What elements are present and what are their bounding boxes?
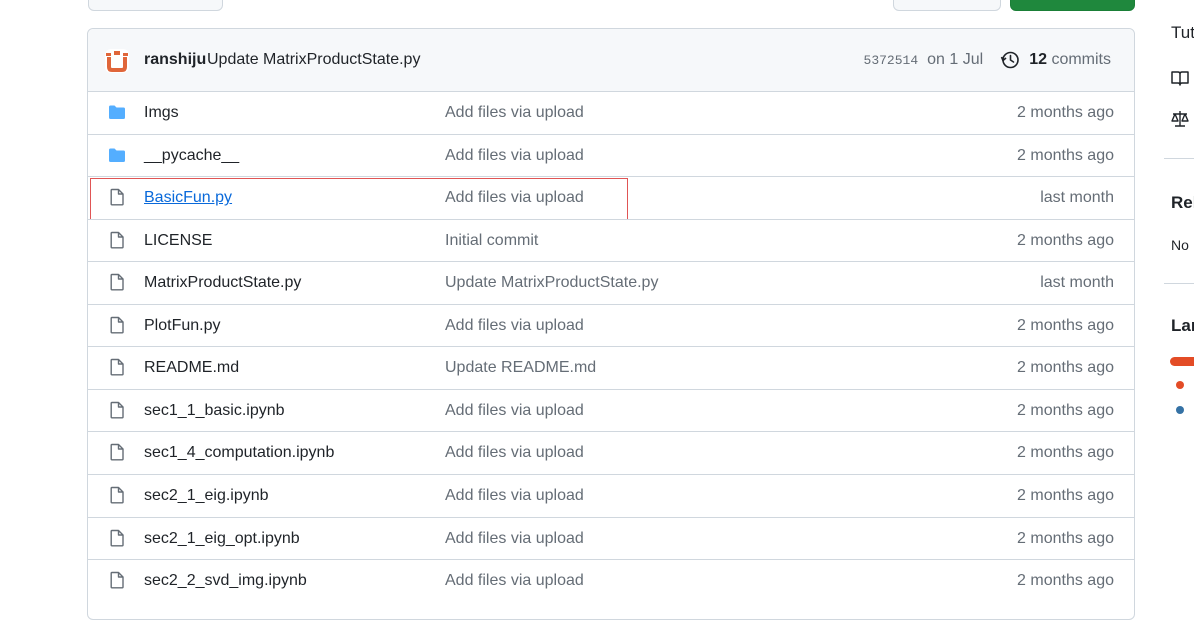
file-icon: [110, 359, 124, 376]
file-commit-age: 2 months ago: [1017, 146, 1114, 164]
file-icon: [110, 401, 124, 419]
file-commit-age: 2 months ago: [1017, 231, 1114, 249]
file-name-link[interactable]: sec2_2_svd_img.ipynb: [144, 572, 307, 590]
commit-sha[interactable]: 5372514: [864, 53, 919, 68]
folder-icon: [109, 148, 125, 162]
file-icon: [110, 529, 124, 546]
commit-message[interactable]: Update MatrixProductState.py: [207, 51, 420, 69]
sidebar-divider: [1164, 283, 1194, 284]
file-commit-age: last month: [1040, 189, 1114, 207]
file-row[interactable]: PlotFun.py Add files via upload 2 months a…: [88, 303, 1134, 347]
file-icon: [110, 486, 124, 504]
law-icon[interactable]: [1170, 109, 1190, 129]
file-row[interactable]: __pycache__ Add files via upload 2 months …: [88, 133, 1134, 177]
language-dot-primary: [1176, 381, 1184, 389]
history-icon[interactable]: [1000, 50, 1020, 70]
file-commit-age: last month: [1040, 274, 1114, 292]
file-name-link[interactable]: sec1_1_basic.ipynb: [144, 402, 285, 420]
file-icon: [110, 316, 124, 334]
commit-author[interactable]: ranshiju: [144, 51, 206, 69]
file-commit-message[interactable]: Update README.md: [445, 359, 596, 377]
file-commit-message[interactable]: Add files via upload: [445, 104, 584, 122]
commit-meta: 5372514 on 1 Jul 12 commits: [864, 49, 1111, 71]
file-name-link[interactable]: sec2_1_eig_opt.ipynb: [144, 530, 300, 548]
releases-heading[interactable]: Rel: [1171, 193, 1194, 213]
file-browser: ranshiju Update MatrixProductState.py 53…: [87, 28, 1135, 620]
sidebar-divider: [1164, 158, 1194, 159]
language-dot-secondary: [1176, 406, 1184, 414]
file-commit-message[interactable]: Add files via upload: [445, 572, 584, 590]
file-icon: [110, 444, 124, 461]
commits-link[interactable]: 12 commits: [1029, 51, 1111, 69]
file-row[interactable]: sec1_1_basic.ipynb Add files via upload 2 …: [88, 388, 1134, 432]
commits-label: commits: [1051, 51, 1111, 68]
file-commit-message[interactable]: Add files via upload: [445, 444, 584, 462]
file-name-link[interactable]: Imgs: [144, 104, 179, 122]
file-row[interactable]: sec2_1_eig_opt.ipynb Add files via upload…: [88, 516, 1134, 560]
file-row[interactable]: BasicFun.py Add files via upload last mont…: [88, 176, 1134, 221]
file-name-link[interactable]: LICENSE: [144, 232, 212, 250]
file-commit-message[interactable]: Add files via upload: [445, 317, 584, 335]
file-commit-age: 2 months ago: [1017, 401, 1114, 419]
file-name-link[interactable]: __pycache__: [144, 147, 239, 165]
file-name-link[interactable]: sec1_4_computation.ipynb: [144, 444, 334, 462]
file-commit-age: 2 months ago: [1017, 572, 1114, 590]
about-sidebar: Tut Rel No Lan: [1150, 0, 1194, 602]
commit-count: 12: [1029, 51, 1047, 68]
releases-empty-text: No: [1171, 237, 1189, 253]
code-button[interactable]: [1010, 0, 1135, 11]
file-commit-message[interactable]: Add files via upload: [445, 147, 584, 165]
latest-commit-bar: ranshiju Update MatrixProductState.py 53…: [88, 29, 1134, 92]
file-row[interactable]: sec1_4_computation.ipynb Add files via up…: [88, 431, 1134, 474]
commit-date[interactable]: on 1 Jul: [927, 51, 983, 69]
about-description: Tut: [1171, 23, 1194, 42]
file-commit-age: 2 months ago: [1017, 529, 1114, 547]
user-avatar-icon[interactable]: [104, 48, 130, 74]
file-name-link[interactable]: sec2_1_eig.ipynb: [144, 487, 269, 505]
file-row[interactable]: README.md Update README.md 2 months ago: [88, 346, 1134, 389]
file-commit-message[interactable]: Initial commit: [445, 232, 538, 250]
file-name-link[interactable]: PlotFun.py: [144, 317, 220, 335]
languages-heading: Lan: [1171, 316, 1194, 335]
file-row[interactable]: Imgs Add files via upload 2 months ago: [88, 91, 1134, 134]
file-icon: [110, 273, 124, 291]
book-icon[interactable]: [1170, 68, 1190, 88]
file-name-link[interactable]: MatrixProductState.py: [144, 274, 301, 292]
file-commit-message[interactable]: Update MatrixProductState.py: [445, 274, 658, 292]
file-name-link[interactable]: README.md: [144, 359, 239, 377]
file-commit-age: 2 months ago: [1017, 104, 1114, 121]
file-commit-message[interactable]: Add files via upload: [445, 530, 584, 548]
file-icon: [110, 231, 124, 249]
folder-icon: [109, 105, 125, 119]
file-icon: [110, 571, 124, 589]
highlight-annotation-box: [90, 178, 628, 221]
file-commit-message[interactable]: Add files via upload: [445, 487, 584, 505]
file-commit-age: 2 months ago: [1017, 359, 1114, 377]
file-commit-age: 2 months ago: [1017, 316, 1114, 334]
file-row[interactable]: sec2_2_svd_img.ipynb Add files via upload…: [88, 559, 1134, 602]
top-right-button[interactable]: [893, 0, 1001, 11]
file-row[interactable]: sec2_1_eig.ipynb Add files via upload 2 mo…: [88, 473, 1134, 517]
language-bar: [1170, 357, 1194, 366]
file-row[interactable]: MatrixProductState.py Update MatrixProduc…: [88, 261, 1134, 304]
file-commit-message[interactable]: Add files via upload: [445, 402, 584, 420]
file-commit-age: 2 months ago: [1017, 444, 1114, 462]
top-left-button[interactable]: [88, 0, 223, 11]
file-row[interactable]: LICENSE Initial commit 2 months ago: [88, 218, 1134, 262]
file-commit-age: 2 months ago: [1017, 486, 1114, 504]
